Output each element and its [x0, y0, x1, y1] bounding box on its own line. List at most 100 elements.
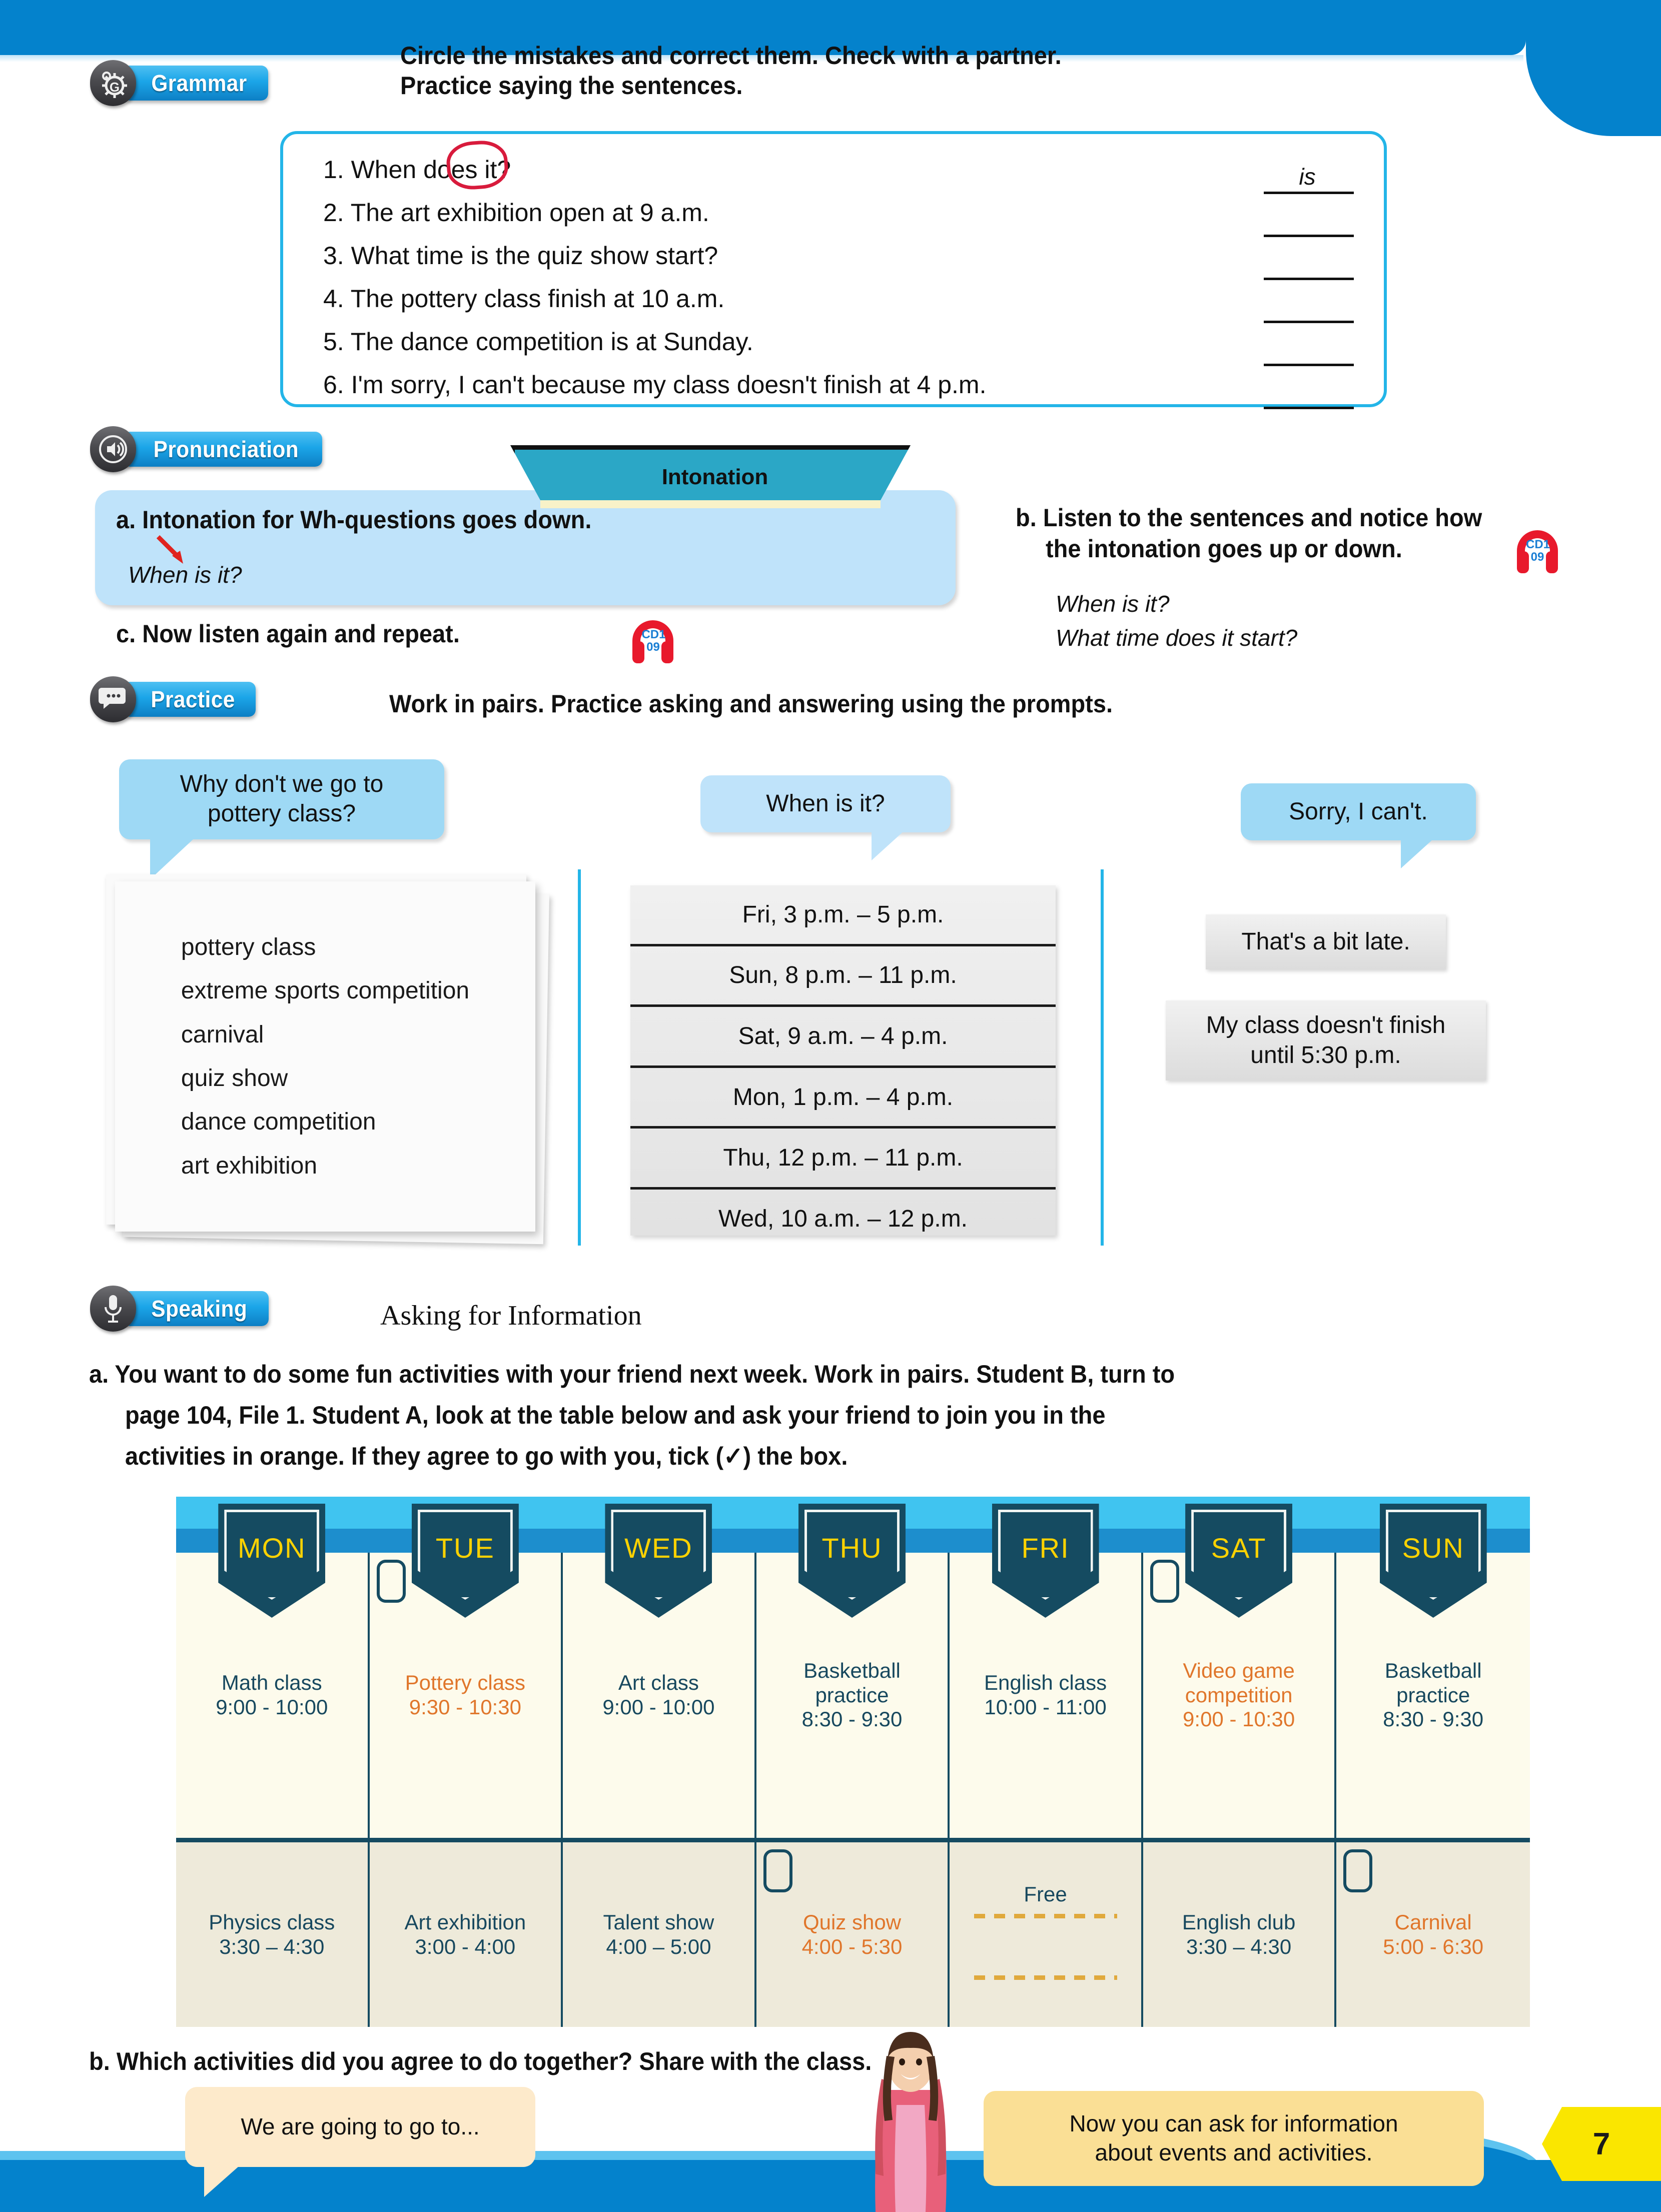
tick-checkbox[interactable] [376, 1560, 406, 1603]
schedule-cell-sun-morning: SUN Basketball practice 8:30 - 9:30 [1336, 1504, 1530, 1838]
cd-label-bottom-c: 09 [646, 640, 660, 654]
footer-bubble-right: Now you can ask for information about ev… [984, 2091, 1484, 2186]
day-banner-sat: SAT [1185, 1504, 1293, 1618]
pronunciation-b-example2: What time does it start? [1056, 625, 1298, 651]
note-class-doesnt-finish-text: My class doesn't finish until 5:30 p.m. [1206, 1012, 1446, 1068]
speaking-a-line2: page 104, File 1. Student A, look at the… [125, 1401, 1106, 1429]
schedule-activity-name: Free [1024, 1882, 1067, 1906]
grammar-item-text: 3. What time is the quiz show start? [323, 242, 718, 270]
schedule-activity-time: 3:30 – 4:30 [1186, 1934, 1292, 1958]
grammar-exercise-box: 1. When does it? is 2. The art exhibition … [280, 131, 1387, 409]
tick-checkbox[interactable] [1343, 1849, 1373, 1892]
grammar-answer-line[interactable] [1264, 235, 1354, 237]
tick-checkbox[interactable] [763, 1849, 792, 1892]
schedule-cell-fri-morning: FRI English class 10:00 - 11:00 [950, 1504, 1143, 1838]
speech-bubbles-icon [90, 676, 136, 722]
time-slot-row: Fri, 3 p.m. – 5 p.m. [630, 885, 1056, 946]
day-banner-label: SUN [1402, 1532, 1464, 1564]
pronunciation-a-text: a. Intonation for Wh-questions goes down… [116, 506, 592, 534]
speaking-a-line1: a. You want to do some fun activities wi… [89, 1360, 1175, 1388]
activity-list-item: extreme sports competition [181, 977, 470, 1004]
practice-bubble-when: When is it? [700, 775, 951, 832]
cd-label-bottom-b: 09 [1530, 550, 1544, 564]
practice-divider-left [578, 869, 581, 1246]
grammar-item: 2. The art exhibition open at 9 a.m. [323, 198, 1384, 241]
gear-g-icon: G [90, 60, 136, 106]
speaking-badge-label: Speaking [151, 1296, 248, 1322]
time-slot-list: Fri, 3 p.m. – 5 p.m. Sun, 8 p.m. – 11 p.m… [630, 885, 1056, 1236]
schedule-activity-name: Art class [618, 1671, 699, 1695]
day-banner-mon: MON [218, 1504, 326, 1618]
day-banner-thu: THU [798, 1504, 906, 1618]
practice-badge-pill: Practice [123, 682, 256, 717]
schedule-activity-name: English club [1182, 1910, 1296, 1934]
day-banner-label: THU [821, 1532, 883, 1564]
activity-list-item: carnival [181, 1021, 264, 1048]
schedule-cell-mon-afternoon: Physics class 3:30 – 4:30 [176, 1838, 370, 2027]
grammar-item: 4. The pottery class finish at 10 a.m. [323, 284, 1384, 327]
grammar-item-text: 2. The art exhibition open at 9 a.m. [323, 199, 709, 227]
grammar-answer-line[interactable] [1264, 407, 1354, 409]
intonation-tab: Intonation [510, 445, 911, 500]
grammar-item: 6. I'm sorry, I can't because my class d… [323, 370, 1384, 413]
schedule-activity-time: 4:00 - 5:30 [801, 1934, 903, 1958]
schedule-activity-time: 9:30 - 10:30 [409, 1695, 521, 1719]
practice-bubble-when-text: When is it? [766, 790, 885, 817]
speaking-section-title: Asking for Information [380, 1300, 642, 1331]
page-number: 7 [1592, 2126, 1610, 2161]
student-photo [875, 2032, 947, 2212]
speaking-b-text: b. Which activities did you agree to do … [89, 2047, 872, 2075]
free-dashed-line [974, 1975, 1117, 1980]
footer-bubble-left-tail [204, 2166, 239, 2197]
grammar-item-text: 6. I'm sorry, I can't because my class d… [323, 371, 987, 399]
schedule-activity-time: 3:30 – 4:30 [219, 1934, 325, 1958]
schedule-activity-name: English class [984, 1671, 1107, 1695]
day-banner-tue: TUE [411, 1504, 519, 1618]
schedule-activity-time: 8:30 - 9:30 [1383, 1707, 1484, 1731]
footer-bubble-left-text: We are going to go to... [241, 2113, 480, 2140]
grammar-answer-text: is [1299, 164, 1316, 190]
grammar-badge: G Grammar [90, 60, 269, 106]
schedule-activity-name: Video game competition [1183, 1658, 1295, 1707]
top-band-notch [1526, 36, 1661, 136]
time-slot-text: Wed, 10 a.m. – 12 p.m. [718, 1205, 968, 1232]
speaking-badge-pill: Speaking [123, 1291, 269, 1326]
schedule-activity-time: 10:00 - 11:00 [984, 1695, 1107, 1719]
svg-text:G: G [110, 80, 120, 95]
time-slot-text: Sat, 9 a.m. – 4 p.m. [738, 1022, 948, 1049]
tick-checkbox[interactable] [1150, 1560, 1179, 1603]
cd-label-top-c: CD1 [641, 628, 666, 641]
time-slot-text: Thu, 12 p.m. – 11 p.m. [723, 1145, 963, 1172]
schedule-activity-time: 3:00 - 4:00 [415, 1934, 516, 1958]
practice-divider-right [1101, 869, 1104, 1246]
schedule-activity-name: Art exhibition [404, 1910, 526, 1934]
practice-badge-label: Practice [151, 686, 235, 712]
schedule-activity-name: Quiz show [802, 1910, 902, 1934]
practice-bubble-sorry: Sorry, I can't. [1241, 783, 1476, 840]
schedule-cell-sun-afternoon: Carnival 5:00 - 6:30 [1336, 1838, 1530, 2027]
grammar-answer-line[interactable] [1264, 364, 1354, 366]
practice-bubble-sorry-text: Sorry, I can't. [1289, 798, 1428, 825]
practice-badge: Practice [90, 676, 256, 722]
grammar-answer-line[interactable] [1264, 278, 1354, 280]
day-banner-sun: SUN [1379, 1504, 1487, 1618]
schedule-activity-name: Carnival [1394, 1910, 1472, 1934]
schedule-cell-sat-morning: SAT Video game competition 9:00 - 10:30 [1143, 1504, 1337, 1838]
day-banner-label: FRI [1021, 1532, 1070, 1564]
schedule-cell-wed-afternoon: Talent show 4:00 – 5:00 [563, 1838, 756, 2027]
schedule-activity-name: Talent show [603, 1910, 714, 1934]
schedule-activity-name: Math class [221, 1671, 322, 1695]
grammar-answer-line[interactable] [1264, 321, 1354, 323]
practice-bubble-sorry-tail [1401, 839, 1433, 868]
day-banner-wed: WED [605, 1504, 712, 1618]
time-slot-row: Sun, 8 p.m. – 11 p.m. [630, 946, 1056, 1007]
activity-list: pottery class extreme sports competition c… [181, 925, 469, 1188]
day-banner-label: TUE [435, 1532, 495, 1564]
practice-bubble-ask: Why don't we go to pottery class? [119, 759, 444, 839]
grammar-item: 5. The dance competition is at Sunday. [323, 327, 1384, 370]
schedule-cell-fri-afternoon: Free [950, 1838, 1143, 2027]
day-banner-label: WED [624, 1532, 693, 1564]
schedule-activity-time: 8:30 - 9:30 [801, 1707, 903, 1731]
pronunciation-b-line2: the intonation goes up or down. [1046, 535, 1402, 563]
grammar-answer-line[interactable] [1264, 192, 1354, 194]
